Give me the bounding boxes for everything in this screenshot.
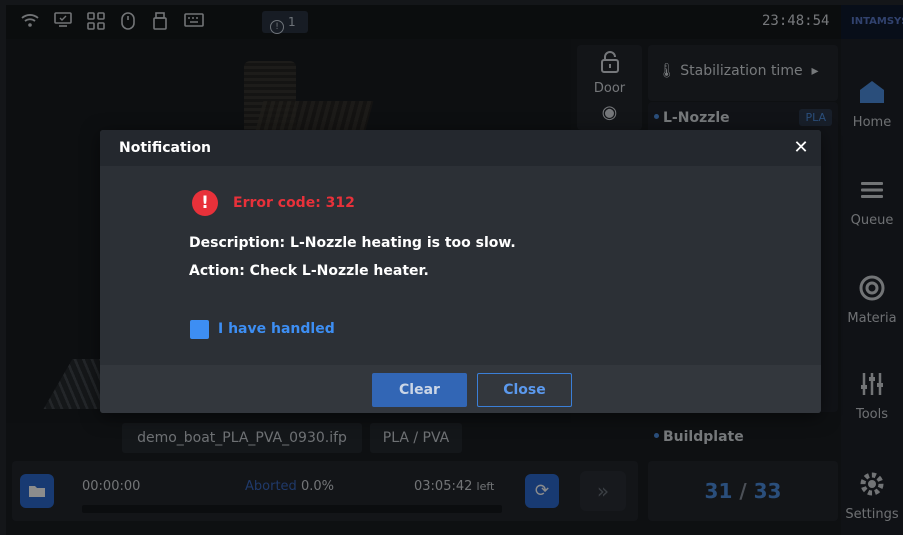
handled-checkbox[interactable] (190, 320, 209, 339)
clear-button[interactable]: Clear (372, 373, 467, 407)
close-icon[interactable]: ✕ (789, 136, 813, 160)
dialog-title: Notification (119, 140, 212, 156)
error-action: Action: Check L-Nozzle heater. (189, 263, 429, 279)
error-description: Description: L-Nozzle heating is too slo… (189, 235, 516, 251)
dialog-footer: Clear Close (100, 365, 821, 413)
printer-screen: !1 23:48:54 INTAMSYS Home Queue Materia (6, 5, 903, 535)
dialog-header: Notification ✕ (100, 130, 821, 166)
notification-dialog: Notification ✕ ! Error code: 312 Descrip… (100, 130, 821, 413)
close-button[interactable]: Close (477, 373, 572, 407)
error-icon: ! (192, 190, 218, 216)
error-code: Error code: 312 (233, 195, 355, 211)
handled-checkbox-label[interactable]: I have handled (218, 321, 335, 337)
